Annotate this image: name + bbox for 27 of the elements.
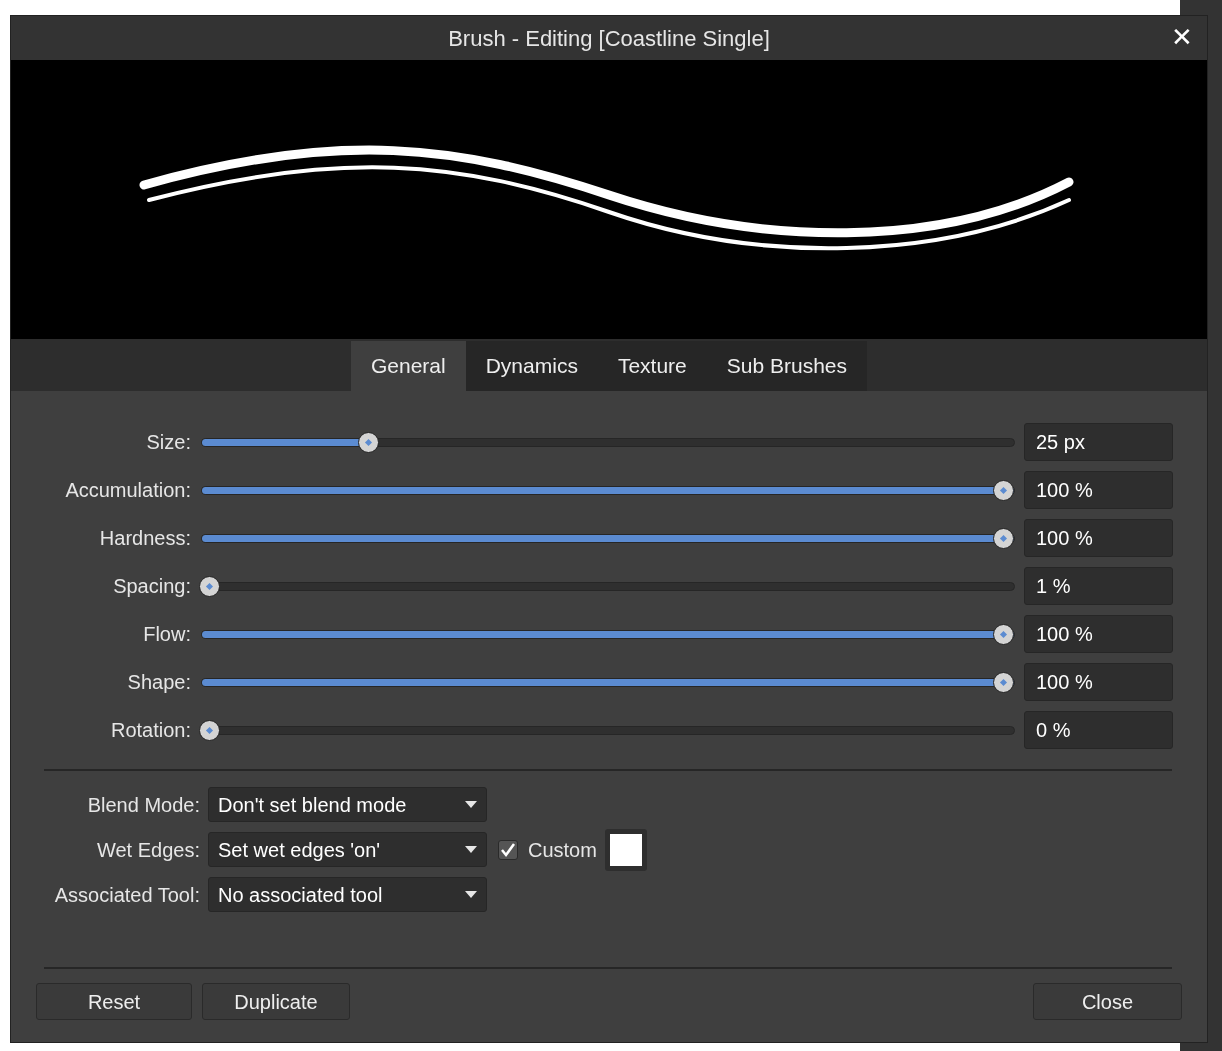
checkbox-label: Custom — [528, 837, 597, 863]
option-label: Blend Mode: — [86, 792, 201, 818]
slider-label: Flow: — [142, 622, 192, 647]
value-field[interactable]: 0 % — [1024, 711, 1173, 749]
slider-label: Spacing: — [112, 574, 192, 599]
dropdown[interactable]: Don't set blend mode — [208, 787, 487, 822]
value-field[interactable]: 100 % — [1024, 615, 1173, 653]
slider-label: Rotation: — [109, 718, 192, 743]
dropdown[interactable]: Set wet edges 'on' — [208, 832, 487, 867]
value-field[interactable]: 100 % — [1024, 519, 1173, 557]
tab[interactable]: General — [351, 341, 466, 391]
slider-label: Size: — [145, 430, 192, 455]
option-label: Associated Tool: — [53, 882, 201, 908]
value-field[interactable]: 100 % — [1024, 663, 1173, 701]
dialog-button[interactable]: Duplicate — [202, 983, 350, 1020]
dropdown[interactable]: No associated tool — [208, 877, 487, 912]
dialog-button[interactable]: Close — [1033, 983, 1182, 1020]
value-field[interactable]: 100 % — [1024, 471, 1173, 509]
close-button[interactable]: ✕ — [1167, 22, 1197, 52]
option-label: Wet Edges: — [95, 837, 201, 863]
dialog-button[interactable]: Reset — [36, 983, 192, 1020]
slider-label: Accumulation: — [64, 478, 192, 503]
window-title: Brush - Editing [Coastline Single] — [448, 24, 770, 53]
value-field[interactable]: 1 % — [1024, 567, 1173, 605]
value-field[interactable]: 25 px — [1024, 423, 1173, 461]
slider-label: Shape: — [126, 670, 192, 695]
slider-label: Hardness: — [98, 526, 192, 551]
